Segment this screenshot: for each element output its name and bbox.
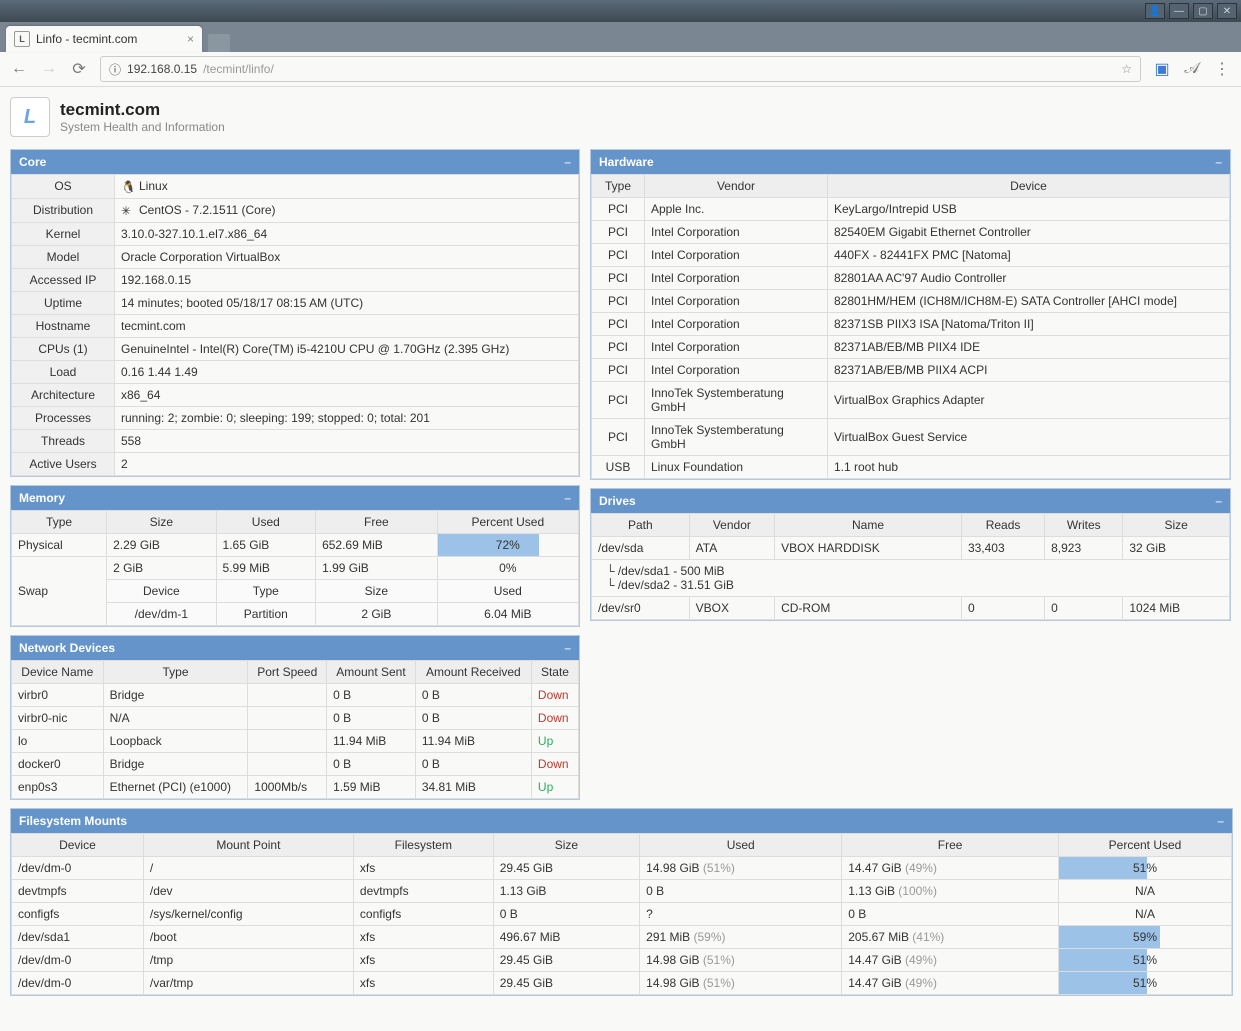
table-row: PCIIntel Corporation82371AB/EB/MB PIIX4 … bbox=[592, 336, 1230, 359]
tux-icon: 🐧 bbox=[121, 180, 135, 194]
panel-title: Hardware bbox=[599, 155, 654, 169]
browser-tab[interactable]: L Linfo - tecmint.com × bbox=[6, 26, 202, 52]
logo-icon: L bbox=[10, 97, 50, 137]
table-row: /dev/dm-0/xfs29.45 GiB14.98 GiB (51%)14.… bbox=[12, 856, 1232, 879]
table-row: virbr0Bridge0 B0 BDown bbox=[12, 683, 579, 706]
table-row: /dev/dm-0/tmpxfs29.45 GiB14.98 GiB (51%)… bbox=[12, 948, 1232, 971]
panel-title: Core bbox=[19, 155, 46, 169]
site-title: tecmint.com bbox=[60, 100, 225, 120]
url-input[interactable]: ⓘ 192.168.0.15/tecmint/linfo/ ☆ bbox=[100, 56, 1141, 82]
memory-row-physical: Physical 2.29 GiB 1.65 GiB 652.69 MiB 72… bbox=[12, 533, 579, 556]
address-bar: ← → ⟳ ⓘ 192.168.0.15/tecmint/linfo/ ☆ ▣ … bbox=[0, 52, 1241, 87]
window-maximize-icon[interactable]: ▢ bbox=[1193, 3, 1213, 19]
panel-core: Core – OS🐧Linux Distribution✳CentOS - 7.2… bbox=[10, 149, 580, 477]
table-row: devtmpfs/devdevtmpfs1.13 GiB0 B 1.13 GiB… bbox=[12, 879, 1232, 902]
collapse-icon[interactable]: – bbox=[1217, 814, 1224, 828]
table-row: PCIIntel Corporation82801AA AC'97 Audio … bbox=[592, 267, 1230, 290]
table-row: configfs/sys/kernel/configconfigfs0 B? 0… bbox=[12, 902, 1232, 925]
favicon-icon: L bbox=[14, 31, 30, 47]
page-header: L tecmint.com System Health and Informat… bbox=[10, 97, 1231, 137]
nav-back-icon[interactable]: ← bbox=[10, 60, 28, 78]
collapse-icon[interactable]: – bbox=[1215, 155, 1222, 169]
panel-title: Network Devices bbox=[19, 641, 115, 655]
table-row: PCIInnoTek Systemberatung GmbHVirtualBox… bbox=[592, 419, 1230, 456]
window-minimize-icon[interactable]: — bbox=[1169, 3, 1189, 19]
table-row: PCIApple Inc.KeyLargo/Intrepid USB bbox=[592, 198, 1230, 221]
core-row-threads: Threads558 bbox=[12, 429, 579, 452]
table-row: docker0Bridge0 B0 BDown bbox=[12, 752, 579, 775]
tab-strip: L Linfo - tecmint.com × bbox=[0, 22, 1241, 52]
table-row: PCIIntel Corporation82801HM/HEM (ICH8M/I… bbox=[592, 290, 1230, 313]
table-row: PCIIntel Corporation82371SB PIIX3 ISA [N… bbox=[592, 313, 1230, 336]
core-row-os: OS🐧Linux bbox=[12, 175, 579, 199]
core-row-hostname: Hostnametecmint.com bbox=[12, 314, 579, 337]
bookmark-star-icon[interactable]: ☆ bbox=[1121, 62, 1132, 76]
core-row-users: Active Users2 bbox=[12, 452, 579, 475]
table-row: virbr0-nicN/A0 B0 BDown bbox=[12, 706, 579, 729]
collapse-icon[interactable]: – bbox=[564, 641, 571, 655]
collapse-icon[interactable]: – bbox=[564, 155, 571, 169]
usage-bar bbox=[438, 534, 539, 556]
core-row-model: ModelOracle Corporation VirtualBox bbox=[12, 245, 579, 268]
nav-forward-icon[interactable]: → bbox=[40, 60, 58, 78]
panel-network: Network Devices– Device Name Type Port S… bbox=[10, 635, 580, 800]
table-row: /dev/sdaATAVBOX HARDDISK33,4038,92332 Gi… bbox=[592, 537, 1230, 560]
os-titlebar: 👤 — ▢ ✕ bbox=[0, 0, 1241, 22]
table-row: enp0s3Ethernet (PCI) (e1000)1000Mb/s1.59… bbox=[12, 775, 579, 798]
centos-icon: ✳ bbox=[121, 204, 135, 218]
table-row: /dev/dm-0/var/tmpxfs29.45 GiB14.98 GiB (… bbox=[12, 971, 1232, 994]
panel-title: Memory bbox=[19, 491, 65, 505]
browser-menu-icon[interactable]: ⋮ bbox=[1213, 59, 1231, 79]
url-path: /tecmint/linfo/ bbox=[203, 62, 274, 76]
core-row-dist: Distribution✳CentOS - 7.2.1511 (Core) bbox=[12, 198, 579, 222]
collapse-icon[interactable]: – bbox=[1215, 494, 1222, 508]
core-row-ip: Accessed IP192.168.0.15 bbox=[12, 268, 579, 291]
panel-title: Filesystem Mounts bbox=[19, 814, 127, 828]
table-subrow: └ /dev/sda1 - 500 MiB└ /dev/sda2 - 31.51… bbox=[592, 560, 1230, 597]
panel-drives: Drives– Path Vendor Name Reads Writes Si… bbox=[590, 488, 1231, 621]
core-row-kernel: Kernel3.10.0-327.10.1.el7.x86_64 bbox=[12, 222, 579, 245]
panel-filesystem: Filesystem Mounts– Device Mount Point Fi… bbox=[10, 808, 1233, 996]
user-icon[interactable]: 👤 bbox=[1145, 3, 1165, 19]
core-row-uptime: Uptime14 minutes; booted 05/18/17 08:15 … bbox=[12, 291, 579, 314]
table-row: PCIIntel Corporation82371AB/EB/MB PIIX4 … bbox=[592, 359, 1230, 382]
panel-hardware: Hardware– Type Vendor Device PCIApple In… bbox=[590, 149, 1231, 480]
memory-row-swap: Swap 2 GiB 5.99 MiB 1.99 GiB 0% bbox=[12, 556, 579, 579]
nav-reload-icon[interactable]: ⟳ bbox=[70, 59, 88, 79]
tab-close-icon[interactable]: × bbox=[187, 32, 194, 46]
table-row: PCIIntel Corporation82540EM Gigabit Ethe… bbox=[592, 221, 1230, 244]
core-row-cpus: CPUs (1)GenuineIntel - Intel(R) Core(TM)… bbox=[12, 337, 579, 360]
table-row: /dev/sda1/bootxfs496.67 MiB291 MiB (59%)… bbox=[12, 925, 1232, 948]
panel-title: Drives bbox=[599, 494, 636, 508]
table-row: loLoopback11.94 MiB11.94 MiBUp bbox=[12, 729, 579, 752]
core-row-load: Load0.16 1.44 1.49 bbox=[12, 360, 579, 383]
url-host: 192.168.0.15 bbox=[127, 62, 197, 76]
collapse-icon[interactable]: – bbox=[564, 491, 571, 505]
core-row-proc: Processesrunning: 2; zombie: 0; sleeping… bbox=[12, 406, 579, 429]
core-row-arch: Architecturex86_64 bbox=[12, 383, 579, 406]
table-row: PCIIntel Corporation440FX - 82441FX PMC … bbox=[592, 244, 1230, 267]
table-row: PCIInnoTek Systemberatung GmbHVirtualBox… bbox=[592, 382, 1230, 419]
extension-icon[interactable]: ▣ bbox=[1153, 59, 1171, 79]
tab-title: Linfo - tecmint.com bbox=[36, 32, 137, 46]
extension-icon-2[interactable]: 𝒜 bbox=[1183, 60, 1201, 78]
table-row: /dev/sr0VBOXCD-ROM001024 MiB bbox=[592, 597, 1230, 620]
table-row: USBLinux Foundation1.1 root hub bbox=[592, 456, 1230, 479]
site-subtitle: System Health and Information bbox=[60, 120, 225, 134]
new-tab-button[interactable] bbox=[208, 34, 230, 52]
panel-memory: Memory– Type Size Used Free Percent Used… bbox=[10, 485, 580, 627]
site-info-icon[interactable]: ⓘ bbox=[109, 61, 121, 78]
window-close-icon[interactable]: ✕ bbox=[1217, 3, 1237, 19]
